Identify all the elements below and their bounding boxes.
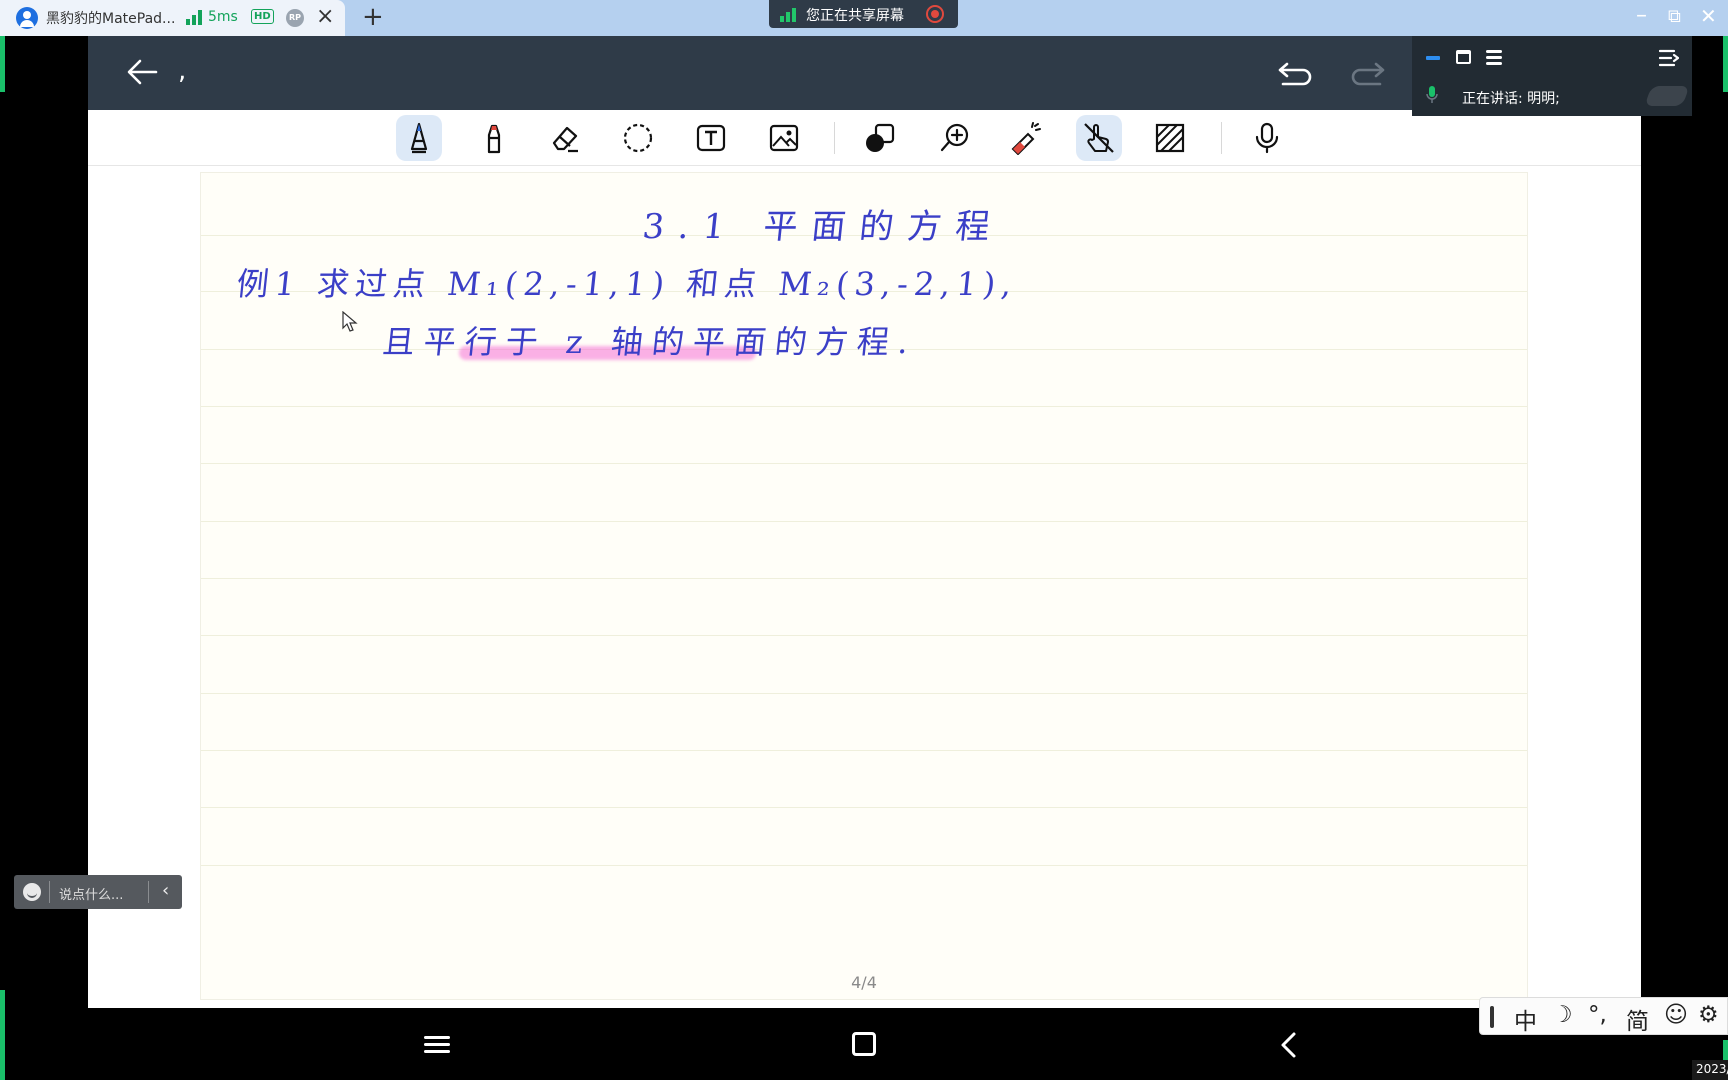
signal-strength-icon xyxy=(186,10,202,25)
chat-input-bar[interactable]: 说点什么... ‹ xyxy=(14,875,182,909)
handwritten-line-1: 例1 求过点 M₁(2,-1,1) 和点 M₂(3,-2,1), xyxy=(234,265,1020,303)
new-tab-button[interactable]: + xyxy=(362,2,384,32)
shapes-tool[interactable] xyxy=(857,115,903,161)
page-rule xyxy=(201,578,1527,579)
text-box-icon xyxy=(696,124,726,152)
pattern-fill-tool[interactable] xyxy=(1147,115,1193,161)
drawing-toolbar xyxy=(88,110,1641,166)
hand-draw-tool[interactable] xyxy=(1076,115,1122,161)
share-status-text: 您正在共享屏幕 xyxy=(806,8,904,24)
close-window-button[interactable]: ✕ xyxy=(1700,4,1717,28)
page-rule xyxy=(201,865,1527,866)
toolbar-divider xyxy=(1221,122,1222,154)
input-method-toolbar: 中 ☽ °, 简 ☺ ⚙ xyxy=(1479,997,1728,1035)
taskbar-clock: 2023/ xyxy=(1692,1060,1728,1080)
system-navigation-bar xyxy=(88,1008,1641,1080)
page-rule xyxy=(201,750,1527,751)
menu-icon[interactable] xyxy=(424,1034,450,1056)
note-canvas[interactable]: 3.1 平面的方程 例1 求过点 M₁(2,-1,1) 和点 M₂(3,-2,1… xyxy=(88,166,1641,1008)
microphone-icon xyxy=(1255,122,1279,154)
share-signal-icon xyxy=(780,8,796,22)
eraser-tool[interactable] xyxy=(542,115,588,161)
share-frame-edge xyxy=(1723,36,1728,92)
image-tool[interactable] xyxy=(761,115,807,161)
chat-input-placeholder[interactable]: 说点什么... xyxy=(59,884,123,903)
page-rule xyxy=(201,463,1527,464)
page-indicator: 4/4 xyxy=(851,973,877,992)
note-app-header: , xyxy=(88,36,1641,110)
window-mode-icon[interactable] xyxy=(1456,50,1471,64)
current-speaker-label: 正在讲话: 明明; xyxy=(1462,91,1560,107)
image-icon xyxy=(769,124,799,152)
page-rule xyxy=(201,406,1527,407)
page-rule xyxy=(201,521,1527,522)
marker-tool[interactable] xyxy=(471,115,517,161)
ime-settings-icon[interactable]: ⚙ xyxy=(1698,1002,1719,1028)
share-frame-edge xyxy=(1723,1040,1728,1060)
redo-icon[interactable] xyxy=(1348,58,1388,88)
lined-page[interactable]: 3.1 平面的方程 例1 求过点 M₁(2,-1,1) 和点 M₂(3,-2,1… xyxy=(200,172,1528,1000)
collapse-chat-icon[interactable]: ‹ xyxy=(162,880,169,901)
chat-divider xyxy=(148,881,149,903)
list-view-icon[interactable] xyxy=(1486,49,1502,65)
pattern-fill-icon xyxy=(1155,123,1185,153)
ime-night-mode-icon[interactable]: ☽ xyxy=(1552,1002,1573,1028)
back-arrow-icon[interactable] xyxy=(124,54,160,90)
text-box-tool[interactable] xyxy=(688,115,734,161)
page-rule xyxy=(201,807,1527,808)
home-square-icon[interactable] xyxy=(852,1032,876,1056)
user-avatar-icon xyxy=(16,7,38,29)
panel-menu-icon[interactable] xyxy=(1659,49,1679,67)
stop-sharing-icon[interactable] xyxy=(926,5,944,23)
laser-pointer-tool[interactable] xyxy=(1002,115,1048,161)
laser-pointer-icon xyxy=(1011,122,1041,155)
document-title: , xyxy=(178,56,187,86)
undo-icon[interactable] xyxy=(1275,58,1315,88)
browser-tab[interactable]: 黑豹豹的MatePad... 5ms HD RP × xyxy=(0,0,345,36)
zoom-tool[interactable] xyxy=(932,115,978,161)
ime-emoji-icon[interactable]: ☺ xyxy=(1664,1002,1688,1028)
meeting-speaker-panel: 正在讲话: 明明; xyxy=(1412,36,1692,116)
emoji-icon[interactable] xyxy=(23,883,41,901)
ime-chinese-mode[interactable]: 中 xyxy=(1514,1002,1537,1036)
rp-badge[interactable]: RP xyxy=(286,9,304,27)
mouse-cursor-icon xyxy=(342,311,358,332)
nav-back-icon[interactable] xyxy=(1274,1030,1304,1060)
screen-share-banner: 您正在共享屏幕 xyxy=(769,0,958,28)
latency-label: 5ms xyxy=(208,9,238,25)
tab-title: 黑豹豹的MatePad... xyxy=(46,11,176,27)
minimize-window-button[interactable]: – xyxy=(1636,3,1647,28)
share-frame-edge xyxy=(0,36,5,92)
speaker-mic-icon xyxy=(1426,86,1438,103)
restore-window-button[interactable]: ⧉ xyxy=(1668,6,1681,27)
pen-icon xyxy=(410,122,428,154)
shapes-icon xyxy=(866,123,895,152)
page-rule xyxy=(201,635,1527,636)
ime-punctuation-toggle[interactable]: °, xyxy=(1588,1002,1607,1028)
toolbar-divider xyxy=(834,122,835,154)
hd-badge[interactable]: HD xyxy=(251,9,274,24)
handwritten-line-2: 且平行于 z 轴的平面的方程. xyxy=(380,323,920,361)
pen-tool[interactable] xyxy=(396,115,442,161)
lasso-tool[interactable] xyxy=(615,115,661,161)
zoom-icon xyxy=(940,123,969,152)
voice-record-tool[interactable] xyxy=(1244,115,1290,161)
hand-draw-icon xyxy=(1084,123,1114,153)
marker-icon xyxy=(487,124,501,154)
panel-controls xyxy=(1426,48,1506,68)
handwritten-heading: 3.1 平面的方程 xyxy=(640,207,1006,247)
browser-tab-bar: 黑豹豹的MatePad... 5ms HD RP × + 您正在共享屏幕 – ⧉… xyxy=(0,0,1728,36)
share-frame-edge xyxy=(0,990,5,1080)
minimize-panel-icon[interactable] xyxy=(1426,56,1440,60)
speaker-avatar xyxy=(1644,86,1690,106)
close-tab-icon[interactable]: × xyxy=(316,4,334,29)
chat-divider xyxy=(49,881,50,903)
ime-drag-handle[interactable] xyxy=(1490,1006,1494,1028)
eraser-icon xyxy=(552,126,578,153)
page-rule xyxy=(201,693,1527,694)
ime-simplified-toggle[interactable]: 简 xyxy=(1626,1002,1649,1036)
lasso-icon xyxy=(623,123,653,153)
